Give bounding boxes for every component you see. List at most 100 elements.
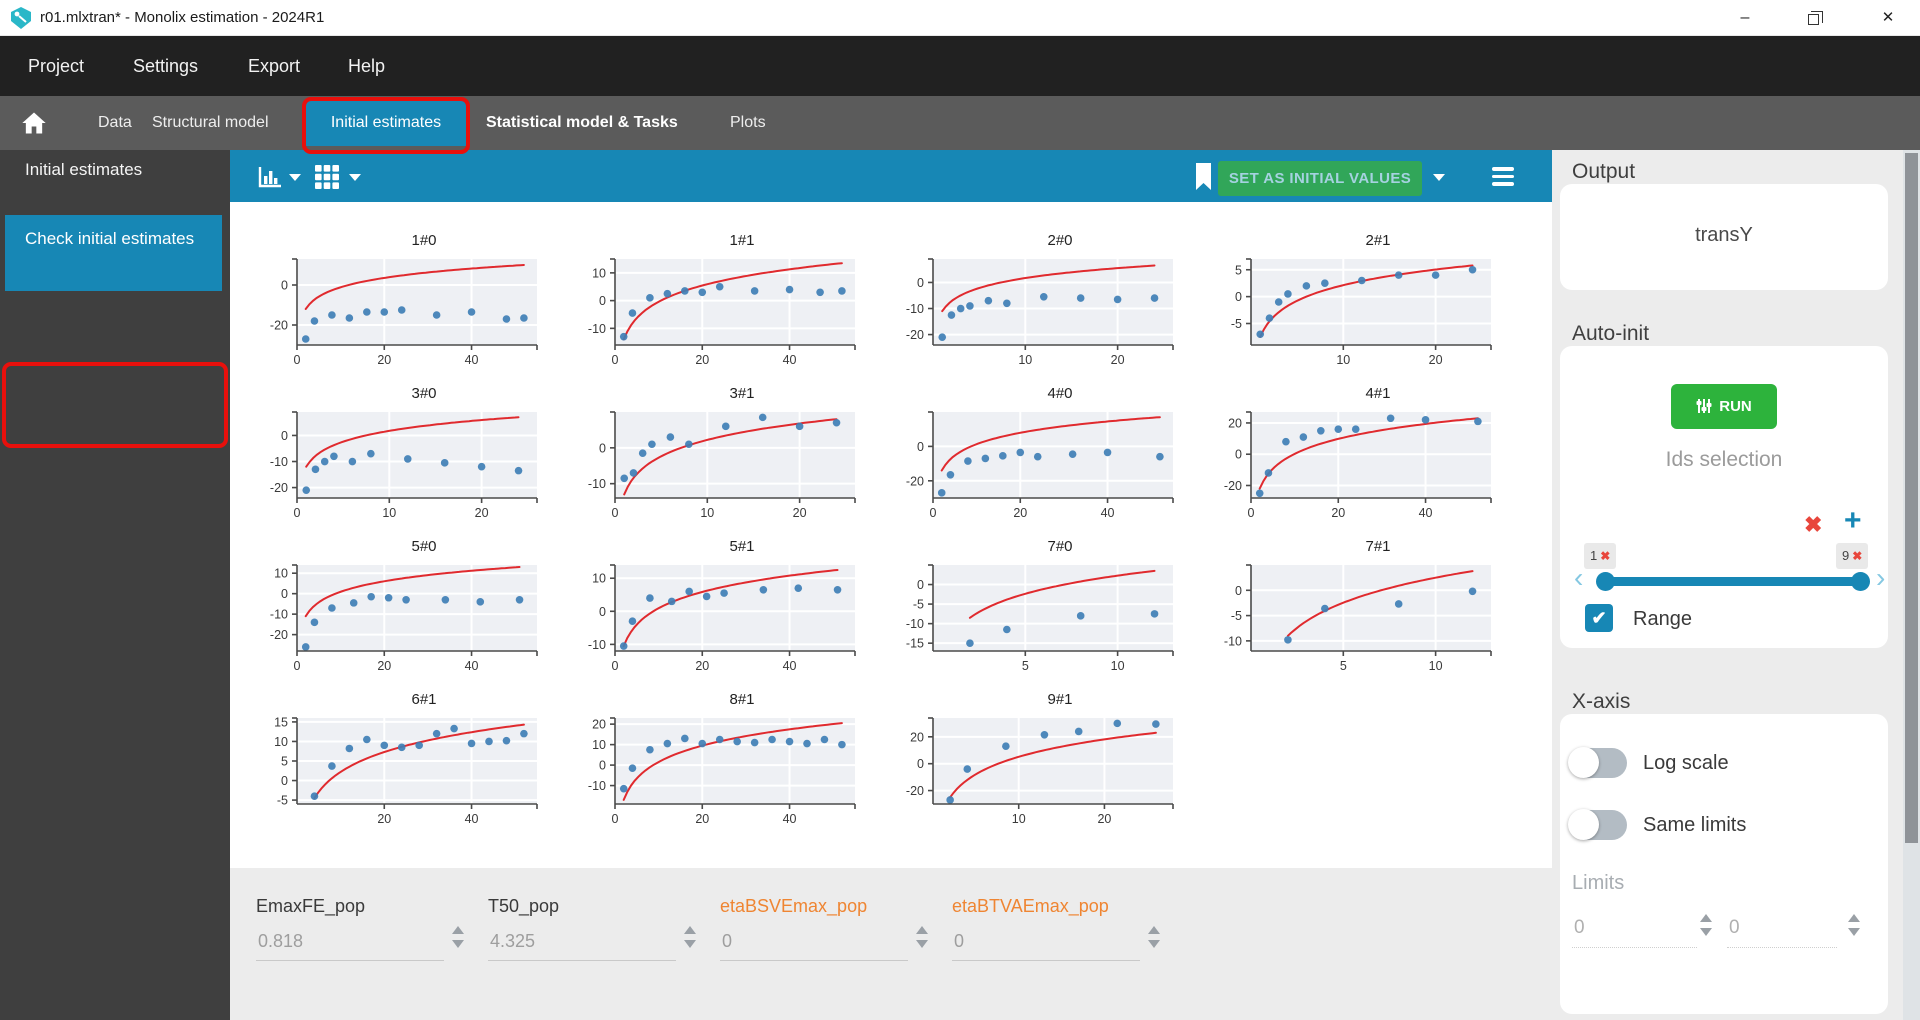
chart-type-icon[interactable] bbox=[258, 166, 282, 188]
close-button[interactable]: ✕ bbox=[1856, 0, 1920, 36]
x-max-input[interactable] bbox=[1727, 908, 1837, 948]
svg-text:15: 15 bbox=[274, 715, 288, 729]
same-limits-toggle[interactable] bbox=[1568, 809, 1627, 840]
grid-layout-caret-icon[interactable] bbox=[349, 174, 361, 181]
tab-data[interactable]: Data bbox=[98, 96, 132, 150]
data-point bbox=[720, 589, 728, 597]
chart-plot: 0 -5 -10 -15 5 10 bbox=[906, 564, 1174, 673]
spin-down-icon[interactable] bbox=[452, 940, 464, 948]
bookmark-icon[interactable] bbox=[1196, 163, 1211, 190]
panel-scrollbar[interactable] bbox=[1903, 150, 1920, 1020]
svg-text:10: 10 bbox=[1018, 353, 1032, 367]
tab-initial-estimates-label: Initial estimates bbox=[330, 114, 442, 131]
sidebar-item-check-initial-estimates[interactable]: Check initial estimates bbox=[5, 215, 222, 291]
svg-text:20: 20 bbox=[1228, 416, 1242, 430]
chart-type-caret-icon[interactable] bbox=[289, 174, 301, 181]
tab-plots[interactable]: Plots bbox=[730, 96, 766, 150]
menu-settings[interactable]: Settings bbox=[133, 36, 198, 96]
svg-text:40: 40 bbox=[783, 812, 797, 826]
spin-up-icon[interactable] bbox=[452, 926, 464, 934]
tab-structural-model[interactable]: Structural model bbox=[152, 96, 269, 150]
x-min-input[interactable] bbox=[1572, 908, 1697, 948]
data-point bbox=[938, 333, 947, 341]
scrollbar-thumb[interactable] bbox=[1905, 153, 1918, 843]
chip-remove-icon[interactable]: ✖ bbox=[1852, 549, 1862, 563]
data-point bbox=[311, 465, 320, 474]
restore-button[interactable] bbox=[1788, 0, 1838, 36]
plot-toolbar: SET AS INITIAL VALUES bbox=[230, 150, 1552, 202]
svg-text:-20: -20 bbox=[906, 328, 924, 342]
data-point bbox=[715, 735, 724, 744]
spin-down-icon[interactable] bbox=[1848, 928, 1860, 936]
param-spinner[interactable] bbox=[1148, 926, 1162, 956]
svg-text:-5: -5 bbox=[1231, 609, 1242, 623]
data-point bbox=[1033, 452, 1042, 461]
spin-up-icon[interactable] bbox=[1848, 914, 1860, 922]
spin-up-icon[interactable] bbox=[684, 926, 696, 934]
range-label: Range bbox=[1633, 608, 1692, 630]
slider-left-chevron-icon[interactable]: ‹ bbox=[1574, 564, 1583, 592]
slider-min-value: 1 bbox=[1590, 548, 1598, 563]
ids-range-slider[interactable] bbox=[1596, 572, 1870, 591]
chart-plot: 0 -5 -10 5 10 bbox=[1224, 564, 1492, 673]
chart-title: 3#0 bbox=[411, 385, 437, 402]
home-icon[interactable] bbox=[20, 109, 48, 137]
svg-text:0: 0 bbox=[1235, 290, 1242, 304]
param-value-input[interactable] bbox=[256, 923, 444, 961]
set-values-caret-icon[interactable] bbox=[1433, 174, 1445, 181]
menu-project[interactable]: Project bbox=[28, 36, 84, 96]
grid-layout-icon[interactable] bbox=[315, 165, 339, 189]
data-point bbox=[345, 744, 354, 753]
spin-down-icon[interactable] bbox=[684, 940, 696, 948]
spin-down-icon[interactable] bbox=[1700, 928, 1712, 936]
run-button[interactable]: RUN bbox=[1671, 384, 1777, 429]
svg-text:0: 0 bbox=[917, 276, 924, 290]
x-max-spinner[interactable] bbox=[1848, 914, 1862, 944]
data-point bbox=[956, 304, 965, 313]
data-point bbox=[1474, 417, 1482, 426]
param-value-input[interactable] bbox=[952, 923, 1140, 961]
svg-text:0: 0 bbox=[1248, 506, 1255, 520]
spin-down-icon[interactable] bbox=[916, 940, 928, 948]
svg-text:0: 0 bbox=[294, 506, 301, 520]
spin-up-icon[interactable] bbox=[1148, 926, 1160, 934]
x-min-spinner[interactable] bbox=[1700, 914, 1714, 944]
param-value-input[interactable] bbox=[720, 923, 908, 961]
data-point bbox=[328, 311, 336, 319]
data-point bbox=[646, 745, 654, 754]
chart-plot: 20 0 -20 0 20 40 bbox=[1224, 411, 1492, 520]
param-value-input[interactable] bbox=[488, 923, 676, 961]
spin-down-icon[interactable] bbox=[1148, 940, 1160, 948]
svg-text:-10: -10 bbox=[906, 302, 924, 316]
svg-text:0: 0 bbox=[612, 506, 619, 520]
svg-text:10: 10 bbox=[1336, 353, 1350, 367]
minimize-button[interactable]: – bbox=[1720, 0, 1770, 36]
log-scale-toggle[interactable] bbox=[1568, 747, 1627, 778]
chart-title: 4#0 bbox=[1047, 385, 1073, 402]
menu-export[interactable]: Export bbox=[248, 36, 300, 96]
chip-remove-icon[interactable]: ✖ bbox=[1600, 549, 1610, 563]
param-spinner[interactable] bbox=[916, 926, 930, 956]
spin-up-icon[interactable] bbox=[916, 926, 928, 934]
spin-up-icon[interactable] bbox=[1700, 914, 1712, 922]
x-axis-card: Log scale Same limits Limits bbox=[1560, 714, 1888, 1014]
plot-menu-icon[interactable] bbox=[1492, 167, 1514, 190]
param-name: T50_pop bbox=[488, 896, 560, 916]
set-as-initial-values-button[interactable]: SET AS INITIAL VALUES bbox=[1218, 161, 1422, 196]
data-point bbox=[397, 306, 406, 314]
data-point bbox=[1076, 612, 1085, 620]
svg-text:-10: -10 bbox=[588, 779, 606, 793]
chart-cell-3#1: 3#1 0 -10 0 10 20 bbox=[563, 382, 881, 535]
slider-handle-min[interactable] bbox=[1596, 572, 1615, 591]
menu-help[interactable]: Help bbox=[348, 36, 385, 96]
param-spinner[interactable] bbox=[684, 926, 698, 956]
data-point bbox=[1284, 636, 1292, 644]
remove-id-icon[interactable]: ✖ bbox=[1804, 512, 1822, 538]
param-spinner[interactable] bbox=[452, 926, 466, 956]
slider-handle-max[interactable] bbox=[1851, 572, 1870, 591]
slider-right-chevron-icon[interactable]: › bbox=[1876, 564, 1885, 592]
tab-statistical-model-tasks[interactable]: Statistical model & Tasks bbox=[486, 96, 678, 150]
add-id-icon[interactable]: + bbox=[1844, 504, 1862, 538]
range-checkbox[interactable]: ✔ bbox=[1585, 604, 1613, 632]
svg-text:40: 40 bbox=[465, 812, 479, 826]
